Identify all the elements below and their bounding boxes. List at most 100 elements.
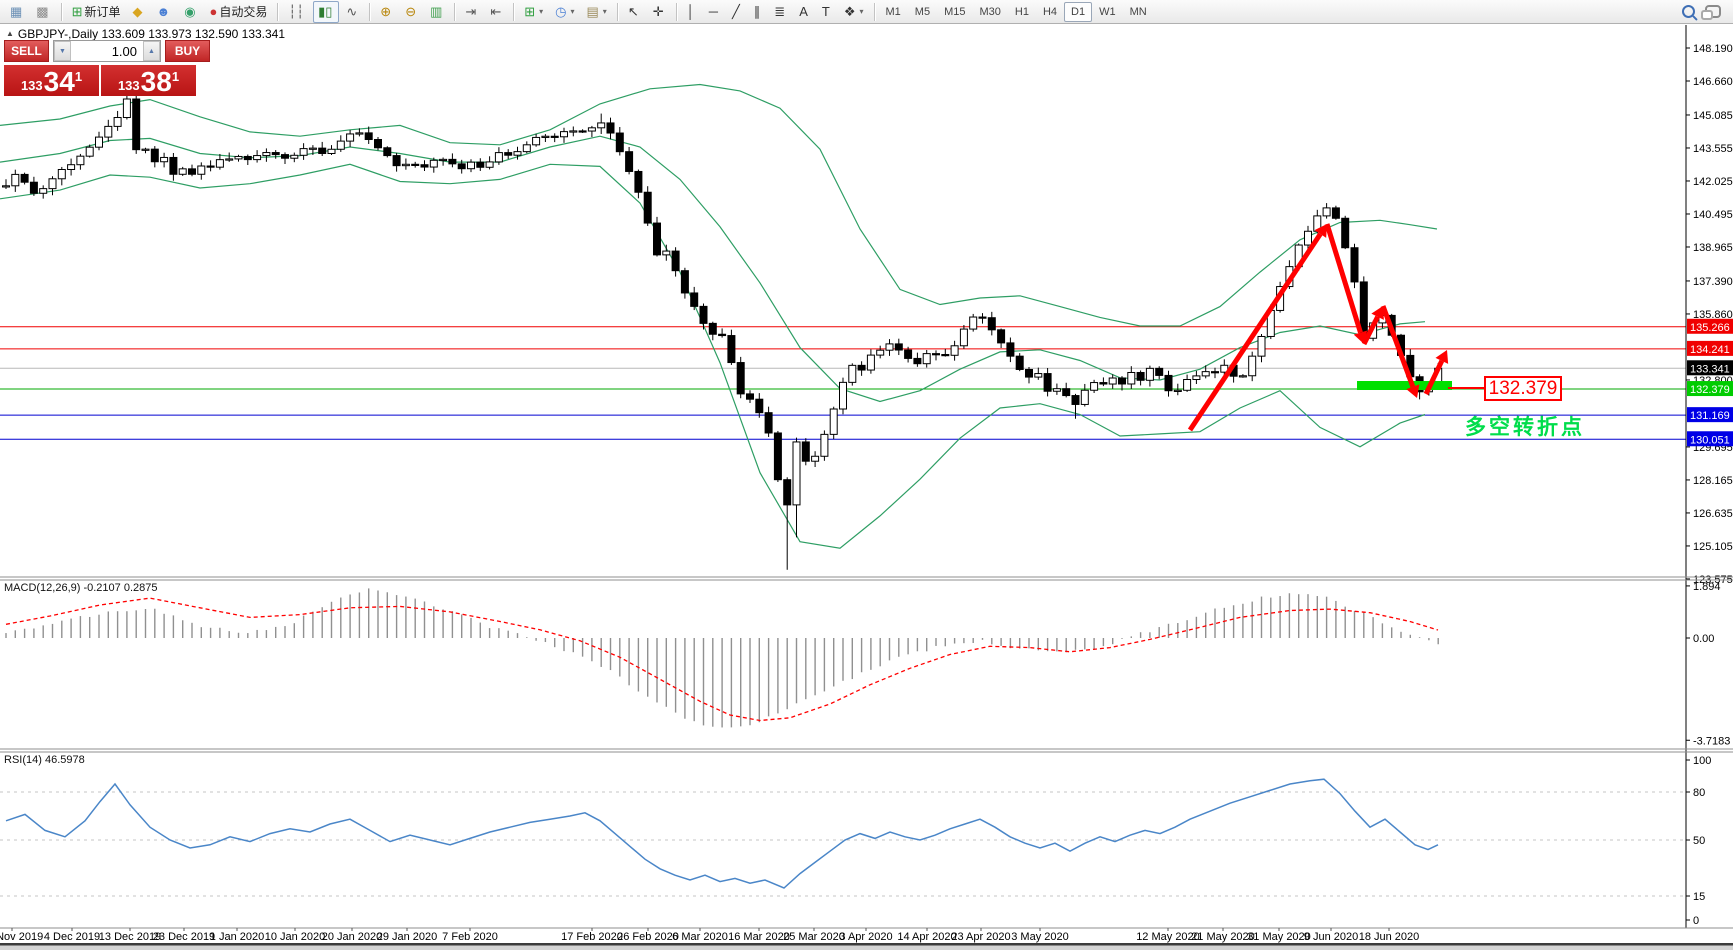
candlesticks (3, 76, 1442, 570)
timeframe-m30-button[interactable]: M30 (972, 2, 1007, 22)
date-label: 17 Feb 2020 (561, 931, 623, 943)
timeframe-mn-button[interactable]: MN (1123, 2, 1154, 22)
timeframe-w1-button[interactable]: W1 (1092, 2, 1123, 22)
date-label: 23 Apr 2020 (951, 931, 1010, 943)
date-label: 29 Jan 2020 (377, 931, 438, 943)
date-label: 16 Mar 2020 (728, 931, 790, 943)
date-label: 6 Mar 2020 (672, 931, 728, 943)
date-label: 26 Feb 2020 (617, 931, 679, 943)
auto-scroll-icon[interactable]: ⇥ (460, 1, 483, 23)
chart-canvas[interactable]: 148.190146.660145.085143.555142.025140.4… (0, 0, 1733, 950)
fibonacci-icon[interactable]: ≣ (769, 1, 792, 23)
line-chart-icon: ∿ (346, 5, 357, 18)
bid-price-display[interactable]: 133 34 1 (4, 65, 99, 96)
new-chart-icon[interactable]: ▦ (5, 1, 29, 23)
date-label: 23 Dec 2019 (153, 931, 215, 943)
community-icon[interactable]: ☻ (152, 1, 178, 23)
ask-pips: 38 (141, 67, 172, 96)
level-callout-connector (1448, 387, 1484, 389)
indicators-icon: ⊞ (524, 5, 535, 18)
tile-windows-icon: ▥ (430, 5, 442, 18)
periods-icon[interactable]: ◷▾ (550, 1, 579, 23)
svg-text:1.894: 1.894 (1693, 581, 1721, 593)
bar-chart-icon[interactable]: ┆┆ (283, 1, 311, 23)
volume-increase-button[interactable]: ▲ (143, 41, 160, 61)
date-label: 1 Jan 2020 (210, 931, 264, 943)
collapse-triangle-icon[interactable]: ▲ (6, 29, 14, 38)
vertical-line-icon[interactable]: │ (682, 1, 702, 23)
trendline-icon[interactable]: ╱ (727, 1, 747, 23)
crosshair-icon[interactable]: ✛ (648, 1, 671, 23)
fibonacci-icon: ≣ (774, 5, 785, 18)
tile-windows-icon[interactable]: ▥ (425, 1, 449, 23)
timeframe-h1-button[interactable]: H1 (1008, 2, 1036, 22)
svg-text:140.495: 140.495 (1693, 209, 1733, 221)
date-label: 25 Nov 2019 (0, 931, 43, 943)
macd-pane (6, 588, 1438, 727)
line-chart-icon[interactable]: ∿ (341, 1, 364, 23)
svg-text:50: 50 (1693, 835, 1705, 847)
chat-icon[interactable] (1705, 5, 1721, 18)
svg-text:142.025: 142.025 (1693, 176, 1733, 188)
crosshair-icon: ✛ (653, 5, 664, 18)
mt4-terminal-window: { "toolbar": { "groups": [ [ {"name":"ne… (0, 0, 1733, 950)
timeframe-m15-button[interactable]: M15 (937, 2, 972, 22)
candle-chart-icon[interactable]: ▮▯ (313, 1, 339, 23)
timeframe-m1-button[interactable]: M1 (879, 2, 908, 22)
chart-profile-icon[interactable]: ▩ (31, 1, 55, 23)
volume-decrease-button[interactable]: ▼ (54, 41, 71, 61)
templates-icon[interactable]: ▤▾ (582, 1, 612, 23)
cursor-icon[interactable]: ↖ (623, 1, 646, 23)
channel-icon: ∥ (754, 5, 761, 18)
chevron-down-icon: ▾ (539, 7, 543, 16)
rsi-pane (0, 779, 1686, 896)
support-highlight-bar[interactable] (1357, 381, 1452, 390)
ask-pipette: 1 (172, 69, 179, 84)
buy-button[interactable]: BUY (165, 40, 210, 62)
chart-shift-icon[interactable]: ⇤ (485, 1, 508, 23)
indicators-icon[interactable]: ⊞▾ (519, 1, 548, 23)
search-icon[interactable] (1682, 5, 1695, 18)
level-callout-box[interactable]: 132.379 (1484, 376, 1562, 401)
timeframe-d1-button[interactable]: D1 (1064, 2, 1092, 22)
bid-pipette: 1 (75, 69, 82, 84)
metaeditor-icon[interactable]: ◆ (128, 1, 150, 23)
chart-profile-icon: ▩ (36, 5, 48, 18)
svg-text:15: 15 (1693, 891, 1705, 903)
zoom-out-icon[interactable]: ⊖ (400, 1, 423, 23)
channel-icon[interactable]: ∥ (749, 1, 768, 23)
svg-text:134.241: 134.241 (1690, 344, 1730, 356)
new-order-icon-label: 新订单 (85, 3, 121, 20)
timeframe-m5-button[interactable]: M5 (908, 2, 937, 22)
zoom-in-icon: ⊕ (380, 5, 391, 18)
svg-text:133.341: 133.341 (1690, 363, 1730, 375)
autotrade-icon[interactable]: ●自动交易 (205, 1, 273, 23)
metaeditor-icon: ◆ (133, 5, 143, 18)
zoom-in-icon[interactable]: ⊕ (375, 1, 398, 23)
one-click-trading-panel: SELL ▼ 1.00 ▲ BUY 133 34 1 133 38 1 (4, 40, 210, 96)
date-label: 20 Jan 2020 (322, 931, 383, 943)
templates-icon: ▤ (587, 5, 599, 18)
timeframe-h4-button[interactable]: H4 (1036, 2, 1064, 22)
svg-text:131.169: 131.169 (1690, 410, 1730, 422)
date-label: 3 May 2020 (1011, 931, 1068, 943)
horizontal-line-icon[interactable]: ─ (704, 1, 725, 23)
svg-text:128.165: 128.165 (1693, 475, 1733, 487)
svg-text:100: 100 (1693, 755, 1711, 767)
shapes-icon[interactable]: ❖▾ (839, 1, 869, 23)
new-order-icon[interactable]: ⊞新订单 (67, 1, 126, 23)
bollinger-bands (0, 85, 1437, 549)
svg-text:143.555: 143.555 (1693, 143, 1733, 155)
ask-price-display[interactable]: 133 38 1 (101, 65, 196, 96)
turning-point-text[interactable]: 多空转折点 (1465, 411, 1585, 441)
autotrade-icon-label: 自动交易 (219, 3, 267, 20)
symbol-ohlc-text: GBPJPY-,Daily 133.609 133.973 132.590 13… (18, 27, 285, 41)
date-label: 3 Apr 2020 (839, 931, 892, 943)
signals-icon[interactable]: ◉ (179, 1, 202, 23)
svg-text:80: 80 (1693, 787, 1705, 799)
auto-scroll-icon: ⇥ (465, 5, 476, 18)
label-icon[interactable]: T (817, 1, 837, 23)
volume-value[interactable]: 1.00 (71, 41, 143, 61)
text-icon[interactable]: A (794, 1, 815, 23)
sell-button[interactable]: SELL (4, 40, 49, 62)
